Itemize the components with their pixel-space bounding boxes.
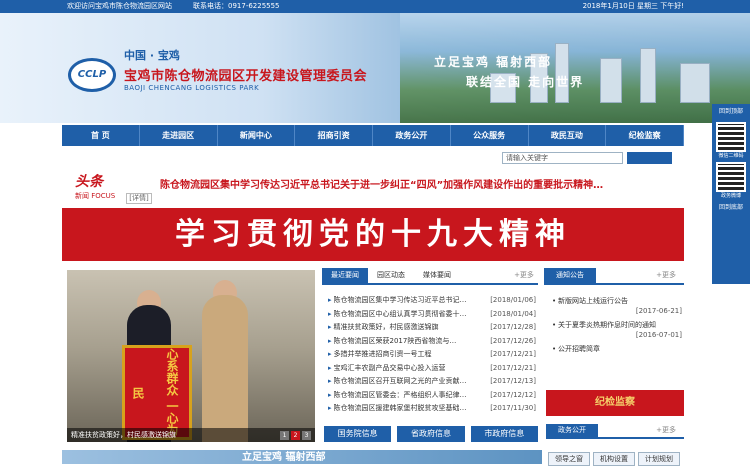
headline-detail-link[interactable]: [详情] [126, 193, 152, 204]
tab-park-news[interactable]: 园区动态 [368, 268, 414, 283]
site-english-title: BAOJI CHENCANG LOGISTICS PARK [124, 84, 260, 92]
list-item[interactable]: 陈仓物流园区中心组认真学习贯彻省委十…[2018/01/04] [328, 308, 536, 322]
list-item[interactable]: 宝鸡汇丰农副产品交易中心投入运营[2017/12/21] [328, 362, 536, 376]
notice-more-link[interactable]: +更多 [656, 270, 676, 280]
site-header: CCLP 中国 · 宝鸡 宝鸡市陈仓物流园区开发建设管理委员会 BAOJI CH… [0, 13, 750, 123]
province-info-button[interactable]: 省政府信息 [397, 426, 465, 442]
contact-phone: 联系电话：0917-6225555 [193, 2, 280, 10]
list-item[interactable]: 陈仓物流园区召开互联网之光的产业贡献…[2017/12/13] [328, 375, 536, 389]
slideshow-pager: 1 2 3 [280, 431, 311, 440]
floating-sidebar: 回到顶部 微信二维码 政务微博 回到底部 [712, 104, 750, 284]
wechat-qr-icon [716, 122, 746, 152]
nav-news[interactable]: 新闻中心 [218, 125, 296, 146]
nav-home[interactable]: 首 页 [62, 125, 140, 146]
bottom-banner: 立足宝鸡 辐射西部 [62, 450, 542, 464]
nav-public-service[interactable]: 公众服务 [451, 125, 529, 146]
list-item[interactable]: 陈仓物流园区管委会：严格组织人事纪律…[2017/12/12] [328, 389, 536, 403]
news-more-link[interactable]: +更多 [510, 268, 538, 283]
notice-header: 通知公告 +更多 [544, 268, 684, 285]
list-item[interactable]: 新版网站上线运行公告 [552, 296, 682, 306]
headline-news-link[interactable]: 陈仓物流园区集中学习传达习近平总书记关于进一步纠正“四风”加强作风建设作出的重要… [160, 176, 603, 191]
notice-list: 新版网站上线运行公告 [2017-06-21] 关于夏季炎热期作息时间的通知 [… [552, 296, 682, 354]
list-item[interactable]: 陈仓物流园区荣获2017陕西省物流与…[2017/12/26] [328, 335, 536, 349]
notice-date: [2016-07-01] [635, 331, 682, 339]
nav-interaction[interactable]: 政民互动 [529, 125, 607, 146]
affairs-title[interactable]: 政务公开 [546, 424, 598, 437]
list-item[interactable]: 公开招聘简章 [552, 344, 682, 354]
tab-media-news[interactable]: 媒体要闻 [414, 268, 460, 283]
affairs-more-link[interactable]: +更多 [656, 425, 676, 435]
back-to-bottom-button[interactable]: 回到底部 [712, 200, 750, 216]
weibo-qr-icon [716, 162, 746, 192]
theme-banner[interactable]: 学习贯彻党的十九大精神 [62, 208, 684, 261]
state-council-info-button[interactable]: 国务院信息 [324, 426, 392, 442]
slogan-line-1: 立足宝鸡 辐射西部 [434, 55, 553, 69]
slide-page-1[interactable]: 1 [280, 431, 289, 440]
date-text: 2018年1月10日 星期三 下午好! [582, 2, 684, 10]
weibo-qr-label: 政务微博 [720, 193, 741, 199]
slogan-line-2: 联结全国 走向世界 [466, 75, 585, 89]
main-nav: 首 页 走进园区 新闻中心 招商引资 政务公开 公众服务 政民互动 纪检监察 [62, 125, 684, 146]
list-item[interactable]: 陈仓物流园区集中学习传达习近平总书记…[2018/01/06] [328, 294, 536, 308]
news-photo-slideshow[interactable]: 心系群众 一心为民 精准扶贫政策好，村民感激送锦旗 1 2 3 [67, 270, 315, 442]
welcome-text: 欢迎访问宝鸡市陈仓物流园区网站 [67, 2, 172, 10]
nav-investment[interactable]: 招商引资 [295, 125, 373, 146]
list-item[interactable]: 关于夏季炎热期作息时间的通知 [552, 320, 682, 330]
nav-about[interactable]: 走进园区 [140, 125, 218, 146]
news-tabs: 最近要闻 园区动态 媒体要闻 +更多 [322, 268, 538, 285]
headline-logo: 头条 新闻 FOCUS [75, 171, 125, 205]
tab-latest-news[interactable]: 最近要闻 [322, 268, 368, 283]
discipline-banner[interactable]: 纪检监察 [546, 390, 684, 416]
photo-caption[interactable]: 精准扶贫政策好，村民感激送锦旗 1 2 3 [67, 428, 315, 442]
top-bar: 欢迎访问宝鸡市陈仓物流园区网站 联系电话：0917-6225555 2018年1… [0, 0, 750, 13]
search-input[interactable]: 请输入关键字 [502, 152, 623, 164]
gov-links: 国务院信息 省政府信息 市政府信息 [324, 426, 538, 442]
list-item[interactable]: 多措并举推进招商引资一号工程[2017/12/21] [328, 348, 536, 362]
site-logo[interactable]: CCLP [68, 58, 116, 92]
wechat-qr-label: 微信二维码 [718, 153, 744, 159]
headline-logo-big: 头条 [75, 174, 103, 190]
list-item[interactable]: 精准扶贫政策好，村民感激送锦旗[2017/12/28] [328, 321, 536, 335]
slide-page-3[interactable]: 3 [302, 431, 311, 440]
slide-page-2[interactable]: 2 [291, 431, 300, 440]
nav-discipline[interactable]: 纪检监察 [606, 125, 684, 146]
city-info-button[interactable]: 市政府信息 [470, 426, 538, 442]
list-item[interactable]: 陈仓物流园区援建韩家堡村脱贫攻坚基础…[2017/11/30] [328, 402, 536, 416]
nav-gov-affairs[interactable]: 政务公开 [373, 125, 451, 146]
back-to-top-button[interactable]: 回到顶部 [712, 104, 750, 120]
search-button[interactable] [627, 152, 672, 164]
notice-title[interactable]: 通知公告 [544, 268, 596, 283]
affairs-header: 政务公开 +更多 [546, 424, 684, 439]
news-list: 陈仓物流园区集中学习传达习近平总书记…[2018/01/06] 陈仓物流园区中心… [328, 294, 536, 416]
headline-logo-small: 新闻 FOCUS [75, 192, 116, 200]
notice-date: [2017-06-21] [635, 307, 682, 315]
header-subtitle: 中国 · 宝鸡 [124, 49, 180, 62]
photo-flag-text: 心系群众 一心为民 [122, 345, 192, 440]
site-title: 宝鸡市陈仓物流园区开发建设管理委员会 [124, 69, 368, 84]
